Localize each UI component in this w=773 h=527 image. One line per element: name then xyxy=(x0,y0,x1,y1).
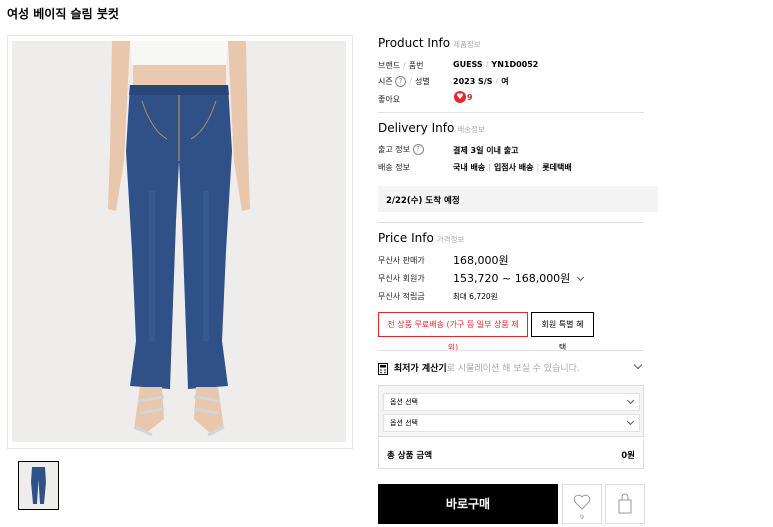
member-price-dropdown[interactable]: 153,720 ~ 168,000원 xyxy=(453,270,584,286)
free-shipping-button[interactable]: 전 상품 무료배송 (가구 등 일부 상품 제외) xyxy=(378,312,528,352)
product-info-subtitle: 제품정보 xyxy=(453,40,481,49)
cart-button[interactable] xyxy=(605,484,645,524)
jeans-model-illustration xyxy=(12,41,346,442)
brand-link[interactable]: GUESS xyxy=(453,60,483,69)
divider xyxy=(378,222,644,223)
total-value: 0원 xyxy=(621,451,635,461)
season-help-icon[interactable]: ? xyxy=(395,76,407,87)
arrival-estimate: 2/22(수) 도착 예정 xyxy=(386,196,460,206)
calculator-desc: 로 시뮬레이션 해 보실 수 있습니다. xyxy=(446,364,580,374)
sale-price: 168,000원 xyxy=(453,254,509,267)
likes-label: 좋아요 xyxy=(378,95,401,104)
likes-indicator[interactable]: ♥ 9 xyxy=(454,91,473,103)
chevron-down-icon xyxy=(626,396,635,405)
member-price-label: 무신사 회원가 xyxy=(378,274,425,283)
points-label: 무신사 적립금 xyxy=(378,292,425,301)
page-title: 여성 베이직 슬림 붓컷 xyxy=(7,7,119,21)
product-info-heading: Product Info 제품정보 xyxy=(378,36,481,50)
delivery-method-label: 배송 정보 xyxy=(378,163,410,172)
wishlist-count: 9 xyxy=(579,513,585,521)
product-info-title: Product Info xyxy=(378,36,451,50)
delivery-info-subtitle: 배송정보 xyxy=(457,125,485,134)
member-price: 153,720 ~ 168,000원 xyxy=(453,272,571,285)
chevron-down-icon xyxy=(626,417,635,426)
total-price-box: 총 상품 금액 0원 xyxy=(378,439,644,469)
ship-info-label: 출고 정보 ? xyxy=(378,144,424,155)
arrival-estimate-dropdown[interactable]: 2/22(수) 도착 예정 xyxy=(378,186,658,212)
season-gender-value: 2023 S/S / 여 xyxy=(453,77,509,86)
delivery-info-heading: Delivery Info 배송정보 xyxy=(378,121,485,135)
product-image[interactable] xyxy=(12,41,346,442)
calculator-label: 최저가 계산기 xyxy=(393,364,447,374)
brand-code-value: GUESS / YN1D0052 xyxy=(453,60,539,69)
member-benefit-button[interactable]: 회원 특별 혜택 xyxy=(531,312,594,352)
divider xyxy=(378,112,644,113)
price-info-title: Price Info xyxy=(378,231,434,245)
thumbnail-jeans-illustration xyxy=(19,462,58,509)
product-thumbnail[interactable] xyxy=(18,461,59,510)
price-info-subtitle: 가격정보 xyxy=(436,235,465,244)
price-calculator-toggle[interactable]: 최저가 계산기로 시뮬레이션 해 보실 수 있습니다. xyxy=(378,361,580,375)
chevron-down-icon xyxy=(576,273,584,282)
wishlist-button[interactable]: 9 xyxy=(562,484,602,524)
price-info-heading: Price Info 가격정보 xyxy=(378,231,464,245)
likes-count: 9 xyxy=(467,92,473,102)
options-panel: 옵션 선택 옵션 선택 xyxy=(378,385,644,437)
ship-info-value: 결제 3일 이내 출고 xyxy=(453,146,519,155)
calculator-icon xyxy=(378,362,388,375)
option-select-1[interactable]: 옵션 선택 xyxy=(383,393,640,411)
delivery-info-title: Delivery Info xyxy=(378,121,455,135)
delivery-method-value: 국내 배송 | 입점사 배송 | 롯데택배 xyxy=(453,163,572,172)
sale-price-label: 무신사 판매가 xyxy=(378,256,425,265)
brand-code-label: 브랜드 / 품번 xyxy=(378,61,424,70)
points-value: 최대 6,720원 xyxy=(453,292,498,301)
buy-now-button[interactable]: 바로구매 xyxy=(378,484,558,524)
shopping-bag-icon xyxy=(618,493,632,514)
product-code: YN1D0052 xyxy=(491,60,539,69)
option-select-2[interactable]: 옵션 선택 xyxy=(383,414,640,432)
heart-icon: ♥ xyxy=(454,91,466,103)
ship-help-icon[interactable]: ? xyxy=(412,144,424,155)
divider xyxy=(378,350,644,351)
season-gender-label: 시즌 ? / 성별 xyxy=(378,76,430,87)
total-label: 총 상품 금액 xyxy=(387,451,433,461)
chevron-down-icon[interactable] xyxy=(633,360,643,370)
heart-outline-icon xyxy=(573,494,591,510)
